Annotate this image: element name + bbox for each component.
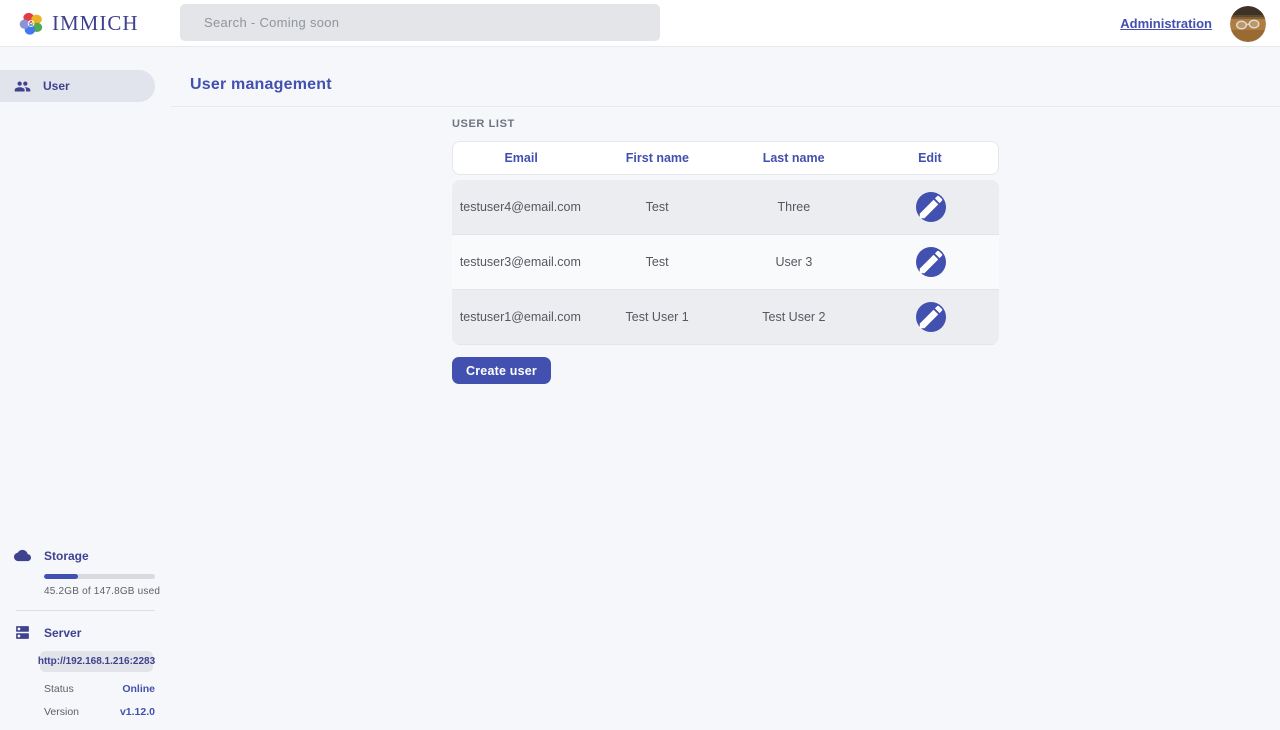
sidebar-bottom: Storage 45.2GB of 147.8GB used Server [0,547,171,718]
page-title: User management [190,76,332,94]
server-version-row: Version v1.12.0 [44,695,155,718]
user-table-header: Email First name Last name Edit [452,141,999,175]
topbar-right: Administration [1120,0,1266,47]
administration-link[interactable]: Administration [1120,16,1212,31]
immich-flower-logo-icon [18,10,45,37]
users-group-icon [14,78,31,95]
main-content: User management USER LIST Email First na… [171,47,1280,730]
top-bar: IMMICH Administration [0,0,1280,47]
sidebar: User Storage 45.2GB of 147.8GB used [0,47,171,730]
pencil-icon [916,247,946,277]
user-email: testuser1@email.com [452,310,589,324]
user-list-panel: USER LIST Email First name Last name Edi… [452,106,999,384]
edit-user-button[interactable] [916,302,946,332]
column-header-edit: Edit [862,151,998,165]
user-email: testuser4@email.com [452,200,589,214]
search-input[interactable] [180,4,660,41]
pencil-icon [916,192,946,222]
table-row: testuser1@email.com Test User 1 Test Use… [452,290,999,345]
table-row: testuser4@email.com Test Three [452,180,999,235]
storage-title: Storage [44,549,89,563]
column-header-first-name: First name [589,151,725,165]
user-first-name: Test [589,255,726,269]
edit-user-button[interactable] [916,247,946,277]
user-table-body: testuser4@email.com Test Three [452,180,999,345]
sidebar-divider [16,610,155,611]
user-last-name: Three [726,200,863,214]
column-header-email: Email [453,151,589,165]
user-email: testuser3@email.com [452,255,589,269]
cloud-icon [14,547,31,564]
user-last-name: User 3 [726,255,863,269]
server-block: Server http://192.168.1.216:2283 Status … [0,624,171,718]
server-status-label: Status [44,683,74,695]
server-status-row: Status Online [44,672,155,695]
user-list-section-title: USER LIST [452,118,999,130]
sidebar-item-user-label: User [43,79,70,93]
column-header-last-name: Last name [726,151,862,165]
server-icon [14,624,31,641]
storage-progress-bar [44,574,155,579]
search-bar [180,4,660,41]
server-version-label: Version [44,706,79,718]
user-first-name: Test User 1 [589,310,726,324]
user-last-name: Test User 2 [726,310,863,324]
storage-usage-text: 45.2GB of 147.8GB used [44,586,171,597]
edit-user-button[interactable] [916,192,946,222]
server-url-badge: http://192.168.1.216:2283 [40,651,153,672]
immich-admin-screen: IMMICH Administration [0,0,1280,730]
storage-progress-fill [44,574,78,579]
create-user-button[interactable]: Create user [452,357,551,384]
server-title: Server [44,626,81,640]
user-first-name: Test [589,200,726,214]
server-status-value: Online [122,683,155,695]
brand-name: IMMICH [52,11,139,36]
table-row: testuser3@email.com Test User 3 [452,235,999,290]
brand[interactable]: IMMICH [0,10,162,37]
server-version-value: v1.12.0 [120,706,155,718]
user-avatar[interactable] [1230,6,1266,42]
sidebar-item-user[interactable]: User [0,70,155,102]
storage-block: Storage 45.2GB of 147.8GB used [0,547,171,597]
pencil-icon [916,302,946,332]
